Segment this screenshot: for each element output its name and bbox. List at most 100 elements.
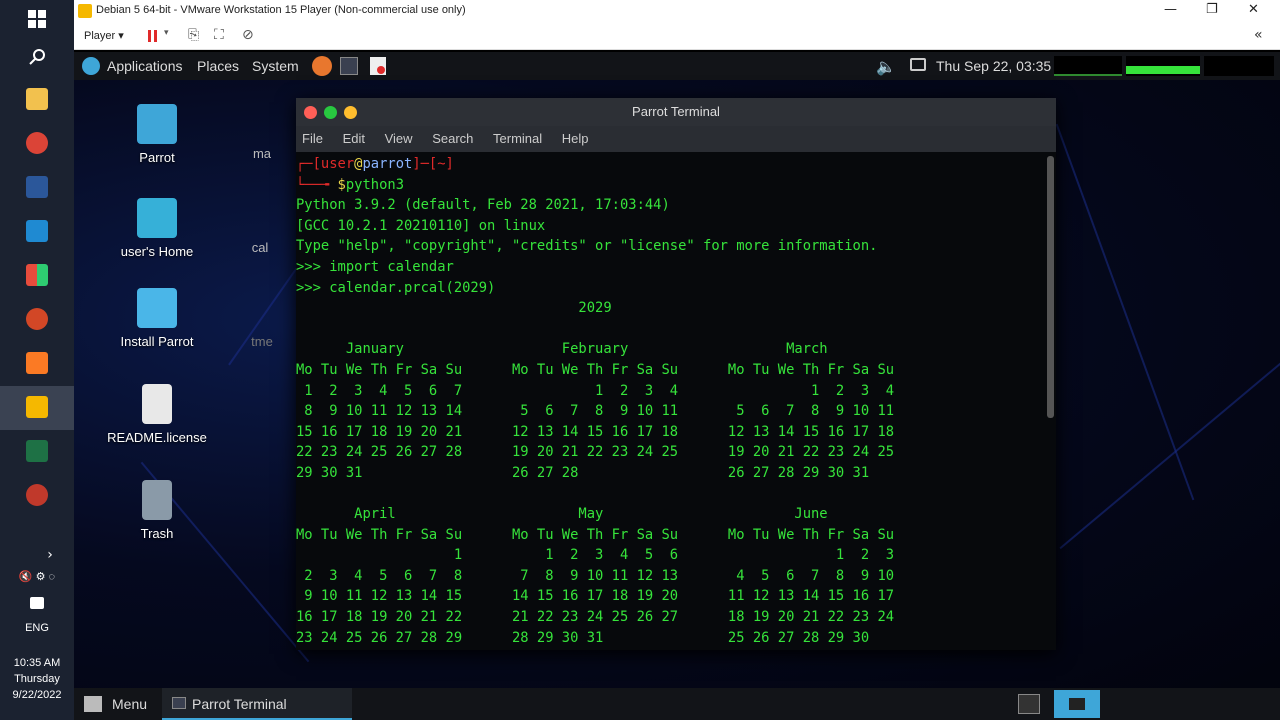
player-menu[interactable]: Player ▾: [84, 29, 124, 42]
terminal-line: >>> calendar.prcal(2029): [296, 279, 496, 296]
menu-terminal[interactable]: Terminal: [493, 131, 542, 146]
text-editor-icon[interactable]: [370, 57, 386, 75]
language-indicator[interactable]: ENG: [0, 622, 74, 634]
file-explorer-icon[interactable]: [20, 82, 54, 116]
terminal-scrollbar[interactable]: [1047, 156, 1054, 418]
vmware-toolbar: Player ▾ ▾ ⎘ ⛶ ⊘ «: [74, 22, 1280, 50]
terminal-line: [GCC 10.2.1 20210110] on linux: [296, 217, 546, 234]
desktop-icon-install-parrot[interactable]: Install Parrot: [102, 288, 212, 349]
vmware-back-icon[interactable]: «: [1254, 27, 1263, 43]
office-icon[interactable]: [20, 258, 54, 292]
parrot-logo-icon: [82, 57, 100, 75]
chrome-icon[interactable]: [20, 126, 54, 160]
terminal-window: Parrot Terminal File Edit View Search Te…: [296, 98, 1056, 650]
xampp-icon[interactable]: [20, 346, 54, 380]
workspace-1[interactable]: [1054, 690, 1100, 718]
terminal-line: Mo Tu We Th Fr Sa Su Mo Tu We Th Fr Sa S…: [296, 361, 895, 378]
menu-view[interactable]: View: [385, 131, 413, 146]
terminal-line: Python 3.9.2 (default, Feb 28 2021, 17:0…: [296, 197, 670, 214]
vmware-titlebar: Debian 5 64-bit - VMware Workstation 15 …: [74, 0, 1280, 22]
partial-desktop-label[interactable]: tme: [242, 334, 282, 349]
menu-help[interactable]: Help: [562, 131, 589, 146]
bottom-menu-button[interactable]: Menu: [112, 696, 147, 712]
applications-menu[interactable]: Applications: [107, 58, 183, 74]
vmware-icon[interactable]: [20, 390, 54, 424]
send-ctrl-alt-del-icon[interactable]: ⎘: [188, 27, 199, 43]
chevron-right-icon[interactable]: ›: [40, 538, 60, 572]
terminal-line: 29 30 31 26 27 28 26 27 28 29 30 31: [296, 464, 870, 481]
host-day: Thursday: [14, 673, 60, 685]
menu-grid-icon[interactable]: [84, 696, 102, 712]
desktop-icon-label: Install Parrot: [120, 334, 194, 349]
panel-clock[interactable]: Thu Sep 22, 03:35: [936, 58, 1051, 74]
command-line: └──╼ $python3: [296, 176, 405, 193]
minimize-icon[interactable]: —: [1164, 2, 1177, 17]
windows-start-icon[interactable]: [20, 2, 54, 36]
menu-file[interactable]: File: [302, 131, 323, 146]
restore-icon[interactable]: ❐: [1206, 2, 1218, 17]
places-menu[interactable]: Places: [197, 58, 239, 74]
prompt-host: parrot: [362, 156, 413, 172]
desktop-icon-label: Trash: [140, 526, 174, 541]
unity-icon[interactable]: ⊘: [242, 27, 254, 43]
host-taskbar: › 🔇 ⚙ ◌ ENG 10:35 AM Thursday 9/22/2022: [0, 0, 74, 720]
partial-desktop-label[interactable]: ma: [242, 146, 282, 161]
command-text: python3: [345, 176, 405, 193]
terminal-launcher-icon[interactable]: [340, 57, 358, 75]
menu-edit[interactable]: Edit: [343, 131, 365, 146]
word-icon[interactable]: [20, 170, 54, 204]
trash-icon: [142, 480, 172, 520]
wallpaper-vein: [1055, 123, 1195, 501]
partial-desktop-label[interactable]: cal: [240, 240, 280, 255]
home-folder-icon: [137, 198, 177, 238]
powerpoint-icon[interactable]: [20, 302, 54, 336]
terminal-line: Type "help", "copyright", "credits" or "…: [296, 238, 878, 255]
terminal-line: 2 3 4 5 6 7 8 7 8 9 10 11 12 13 4 5 6 7 …: [296, 567, 895, 584]
terminal-line: 16 17 18 19 20 21 22 21 22 23 24 25 26 2…: [296, 609, 895, 626]
menu-search[interactable]: Search: [432, 131, 473, 146]
fullscreen-icon[interactable]: ⛶: [214, 27, 224, 43]
taskbar-terminal-button[interactable]: Parrot Terminal: [162, 688, 352, 720]
terminal-titlebar[interactable]: Parrot Terminal: [296, 98, 1056, 126]
terminal-line: 15 16 17 18 19 20 21 12 13 14 15 16 17 1…: [296, 423, 895, 440]
pause-dropdown-icon[interactable]: ▾: [164, 28, 169, 38]
firefox-icon[interactable]: [312, 56, 332, 76]
prompt-dir: ~: [437, 156, 446, 172]
desktop-icon-label: user's Home: [120, 244, 194, 259]
output-lines: Python 3.9.2 (default, Feb 28 2021, 17:0…: [296, 195, 1044, 648]
terminal-output[interactable]: ┌─[user@parrot]─[~] └──╼ $python3 Python 3…: [296, 152, 1044, 650]
display-icon[interactable]: [910, 58, 926, 71]
recorder-icon[interactable]: [20, 478, 54, 512]
volume-icon[interactable]: 🔈: [876, 57, 896, 77]
terminal-line: 22 23 24 25 26 27 28 19 20 21 22 23 24 2…: [296, 444, 895, 461]
desktop-icon-home[interactable]: user's Home: [102, 198, 212, 259]
cpu-monitor: [1054, 56, 1122, 76]
vscode-icon[interactable]: [20, 214, 54, 248]
terminal-line: Mo Tu We Th Fr Sa Su Mo Tu We Th Fr Sa S…: [296, 526, 895, 543]
terminal-menubar: File Edit View Search Terminal Help: [296, 126, 1056, 152]
search-icon[interactable]: [20, 40, 54, 74]
terminal-title: Parrot Terminal: [632, 104, 720, 119]
desktop-icon-readme[interactable]: README.license: [102, 384, 212, 445]
vmware-logo-icon: [78, 4, 92, 18]
close-icon[interactable]: ✕: [1248, 2, 1259, 17]
net-monitor: [1126, 56, 1200, 76]
notification-icon[interactable]: [20, 586, 54, 620]
terminal-line: April May June: [296, 506, 828, 523]
tray-icons[interactable]: 🔇 ⚙ ◌: [0, 570, 74, 583]
pause-icon[interactable]: [146, 28, 160, 42]
desktop-icon-trash[interactable]: Trash: [102, 480, 212, 541]
player-menu-label: Player: [84, 30, 116, 42]
installer-icon: [137, 288, 177, 328]
wallpaper-vein: [1059, 354, 1280, 550]
terminal-line: 2029: [296, 300, 612, 317]
workspace-switcher-icon[interactable]: [1018, 694, 1040, 714]
terminal-line: >>> import calendar: [296, 258, 454, 275]
system-menu[interactable]: System: [252, 58, 299, 74]
host-time[interactable]: 10:35 AM: [0, 657, 74, 669]
excel-icon[interactable]: [20, 434, 54, 468]
desktop-icon-parrot[interactable]: Parrot: [102, 104, 212, 165]
mem-monitor: [1204, 56, 1274, 76]
